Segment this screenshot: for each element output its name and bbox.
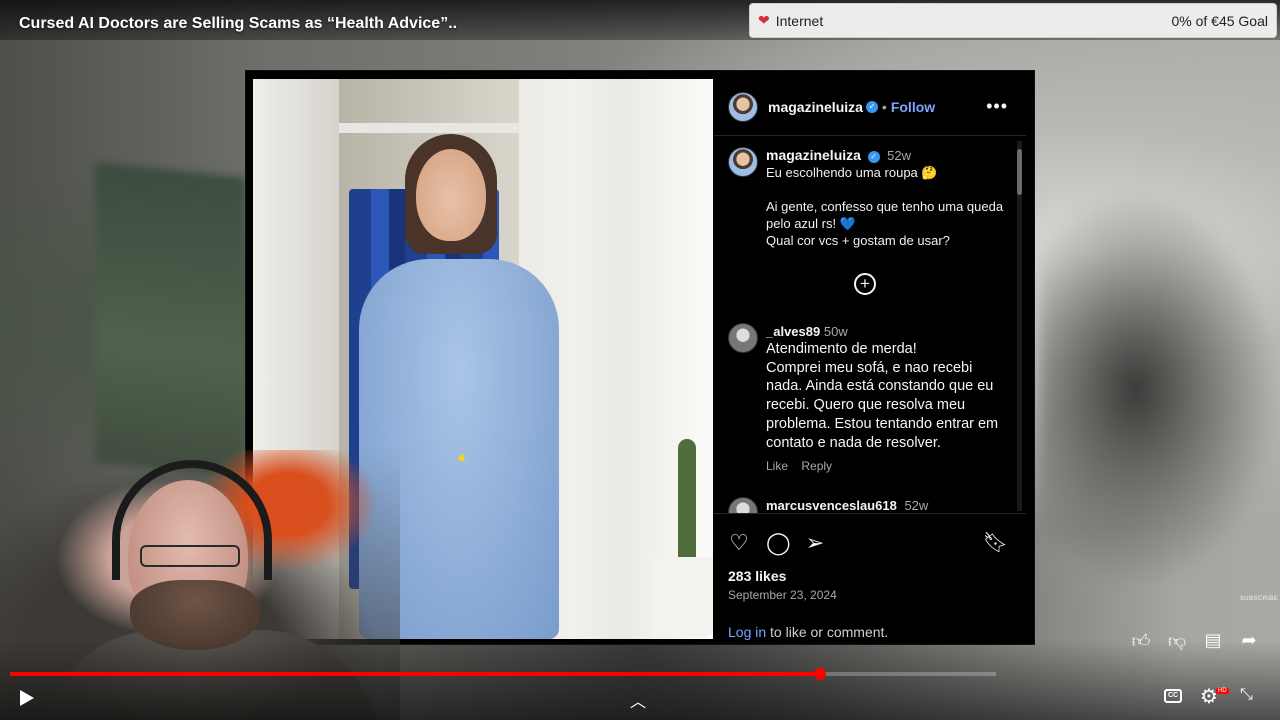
header-separator: •: [881, 99, 887, 115]
gear-icon[interactable]: ⚙: [1200, 684, 1218, 709]
post-date: September 23, 2024: [728, 588, 837, 602]
donation-goal-widget: ❤ Internet 0% of €45 Goal: [749, 3, 1277, 38]
post-side-panel: magazineluiza ✓ • Follow ••• magazinelui…: [714, 79, 1026, 640]
play-icon[interactable]: [16, 688, 36, 708]
comment-like-button[interactable]: Like: [766, 459, 788, 473]
comments-scroll-thumb[interactable]: [1017, 149, 1022, 195]
photo-person-head: [416, 149, 486, 241]
captions-button[interactable]: CC: [1164, 689, 1182, 703]
photo-cactus: [678, 439, 696, 569]
avatar[interactable]: [728, 147, 758, 177]
login-prompt: Log in to like or comment.: [728, 624, 888, 640]
comment-reply-button[interactable]: Reply: [801, 459, 832, 473]
comment-bubble-icon[interactable]: ◯: [766, 530, 791, 556]
more-horizontal-icon[interactable]: •••: [986, 96, 1008, 117]
comment-item: _alves89 50w Atendimento de merda! Compr…: [728, 323, 1006, 475]
comment-text: Comprei meu sofá, e nao recebi nada. Ain…: [766, 359, 999, 451]
chevron-up-icon[interactable]: ︿: [630, 688, 646, 712]
heart-icon: ❤: [758, 12, 770, 28]
comment-text: Atendimento de merda!: [766, 341, 917, 357]
caption-item: magazineluiza ✓ 52w Eu escolhendo uma ro…: [728, 147, 1006, 249]
verified-badge-icon: ✓: [867, 150, 880, 163]
post-header: magazineluiza ✓ • Follow •••: [714, 79, 1026, 136]
photo-window: [623, 79, 713, 639]
hd-badge: HD: [1216, 688, 1229, 694]
webcam-headset: [112, 460, 272, 580]
progress-played: [10, 672, 820, 676]
caption-line: Ai gente, confesso que tenho uma queda p…: [766, 199, 1004, 231]
caption-line: Eu escolhendo uma roupa 🤔: [766, 165, 938, 180]
header-username[interactable]: magazineluiza: [768, 99, 863, 115]
comment-item: marcusvenceslau618 52w: [728, 497, 928, 513]
likes-count[interactable]: 283 likes: [728, 568, 786, 584]
comment-time: 52w: [904, 498, 929, 513]
avatar[interactable]: [728, 323, 758, 353]
bookmark-icon[interactable]: 🔖︎: [983, 530, 1008, 555]
video-title[interactable]: Cursed AI Doctors are Selling Scams as “…: [19, 15, 457, 33]
login-link[interactable]: Log in: [728, 624, 766, 640]
avatar[interactable]: [728, 497, 758, 513]
background-shape: [1040, 190, 1280, 590]
caption-username[interactable]: magazineluiza: [766, 147, 861, 163]
photo-shelf: [339, 123, 519, 133]
follow-button[interactable]: Follow: [891, 99, 935, 115]
comment-username[interactable]: _alves89: [766, 324, 820, 339]
goal-amount: 0% of €45 Goal: [1171, 12, 1268, 29]
login-suffix: to like or comment.: [766, 624, 889, 640]
background-poster: [95, 162, 245, 478]
progress-bar[interactable]: [10, 668, 996, 680]
comments-list[interactable]: magazineluiza ✓ 52w Eu escolhendo uma ro…: [714, 137, 1026, 513]
avatar[interactable]: [728, 92, 758, 122]
comment-time: 50w: [823, 324, 848, 339]
progress-scrubber[interactable]: [814, 668, 826, 680]
post-action-bar: ♡ ◯ ➢ 🔖︎ 283 likes September 23, 2024 Lo…: [714, 513, 1026, 640]
comments-scrollbar[interactable]: [1017, 141, 1022, 511]
goal-label: Internet: [775, 12, 824, 29]
comment-username[interactable]: marcusvenceslau618: [766, 498, 897, 513]
share-send-icon[interactable]: ➢: [804, 530, 826, 556]
heart-outline-icon[interactable]: ♡: [728, 530, 750, 556]
verified-badge-icon: ✓: [865, 101, 878, 113]
load-more-comments-icon[interactable]: +: [854, 273, 876, 295]
caption-line: Qual cor vcs + gostam de usar?: [766, 233, 950, 248]
caption-time: 52w: [887, 148, 912, 163]
subscribe-watermark[interactable]: SUBSCRIBE: [1240, 596, 1278, 602]
photo-pot: [651, 557, 713, 637]
exit-fullscreen-icon[interactable]: ⤡: [1240, 686, 1253, 704]
